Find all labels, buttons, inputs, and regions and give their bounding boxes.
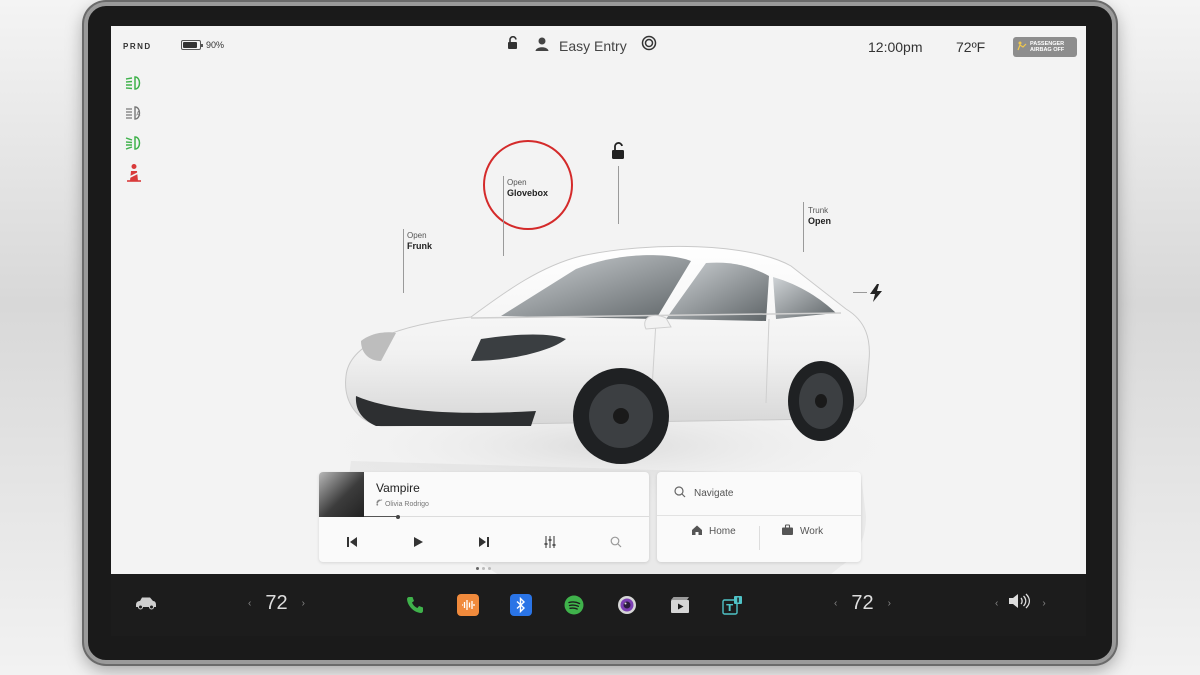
- equalizer-icon[interactable]: [540, 532, 560, 552]
- center-status: Easy Entry: [506, 35, 657, 56]
- passenger-temp-up-icon[interactable]: ›: [888, 598, 891, 609]
- media-player-card[interactable]: Vampire Olivia Rodrigo: [319, 472, 649, 562]
- home-destination-button[interactable]: Home: [691, 524, 736, 539]
- driver-temperature-control: ‹ 72 ›: [248, 592, 305, 615]
- camera-icon[interactable]: [616, 594, 638, 616]
- battery-indicator: 90%: [181, 40, 224, 50]
- navigate-placeholder: Navigate: [694, 488, 734, 499]
- media-search-icon[interactable]: [606, 532, 626, 552]
- glovebox-label: Glovebox: [507, 188, 549, 198]
- theater-icon[interactable]: [669, 594, 691, 616]
- driver-temp-up-icon[interactable]: ›: [302, 598, 305, 609]
- work-destination-button[interactable]: Work: [781, 524, 823, 539]
- main-screen: PRND 90% Easy Entry 12:00pm 72ºF PASSENG…: [111, 26, 1086, 574]
- volume-up-icon[interactable]: ›: [1042, 598, 1045, 609]
- playback-progress-bar[interactable]: [364, 514, 649, 519]
- artist-name-row: Olivia Rodrigo: [376, 499, 429, 508]
- passenger-temp-value: 72: [851, 592, 874, 614]
- status-bar: PRND 90% Easy Entry 12:00pm 72ºF PASSENG…: [111, 26, 1086, 66]
- parking-lights-icon: [123, 132, 145, 154]
- seatbelt-warning-icon: [123, 162, 145, 184]
- playback-progress-fill: [364, 516, 399, 517]
- clock: 12:00pm: [868, 39, 923, 55]
- headlights-icon: [123, 72, 145, 94]
- voice-memo-icon[interactable]: [457, 594, 479, 616]
- airbag-line2: AIRBAG OFF: [1030, 47, 1065, 53]
- media-controls: [319, 522, 649, 562]
- driver-temp-down-icon[interactable]: ‹: [248, 598, 251, 609]
- glovebox-callout[interactable]: Open Glovebox: [507, 177, 548, 199]
- previous-track-icon[interactable]: [342, 532, 362, 552]
- next-track-icon[interactable]: [474, 532, 494, 552]
- bottom-dock: ‹ 72 › T ‹ 72 › ‹ ›: [111, 574, 1086, 636]
- volume-control: ‹ ›: [995, 592, 1046, 615]
- artist-name: Olivia Rodrigo: [384, 501, 429, 508]
- door-lock-line: [618, 166, 619, 224]
- driver-temp-value: 72: [265, 592, 288, 614]
- svg-text:A: A: [136, 111, 141, 118]
- door-lock-icon[interactable]: [610, 142, 626, 165]
- outside-temperature: 72ºF: [956, 39, 986, 55]
- navigate-search-field[interactable]: Navigate: [657, 472, 861, 516]
- briefcase-icon: [781, 524, 794, 539]
- play-icon[interactable]: [408, 532, 428, 552]
- svg-text:T: T: [726, 603, 733, 614]
- trunk-label: Trunk: [808, 206, 829, 215]
- telltale-indicators: A: [123, 72, 145, 184]
- easy-entry-label: Easy Entry: [559, 37, 627, 54]
- song-title: Vampire: [376, 481, 420, 495]
- airbag-icon: [1017, 38, 1027, 56]
- passenger-airbag-status: PASSENGER AIRBAG OFF: [1013, 37, 1077, 57]
- profile-icon: [534, 36, 550, 55]
- search-icon: [674, 486, 686, 501]
- passenger-temperature-control: ‹ 72 ›: [834, 592, 891, 615]
- phone-icon[interactable]: [404, 594, 426, 616]
- passenger-temp-down-icon[interactable]: ‹: [834, 598, 837, 609]
- home-label: Home: [709, 526, 736, 537]
- easy-entry-profile[interactable]: Easy Entry: [534, 36, 627, 55]
- album-art[interactable]: [319, 472, 364, 517]
- toybox-icon[interactable]: T: [722, 594, 744, 616]
- navigation-card[interactable]: Navigate Home Work: [657, 472, 861, 562]
- stream-icon: [376, 499, 385, 508]
- playback-scrubber[interactable]: [396, 514, 401, 519]
- bluetooth-icon[interactable]: [510, 594, 532, 616]
- car-icon[interactable]: [134, 596, 158, 610]
- volume-icon[interactable]: [1008, 592, 1032, 615]
- spotify-icon[interactable]: [563, 594, 585, 616]
- auto-highbeam-icon: A: [123, 102, 145, 124]
- work-label: Work: [800, 526, 824, 537]
- glovebox-status: Open: [507, 178, 527, 187]
- battery-icon: [181, 40, 203, 50]
- gear-selector: PRND: [123, 42, 152, 51]
- battery-percent: 90%: [206, 40, 225, 50]
- volume-down-icon[interactable]: ‹: [995, 598, 998, 609]
- card-page-indicator: [476, 567, 491, 570]
- nav-divider: [759, 526, 760, 550]
- battery-fill: [183, 42, 198, 48]
- lock-icon[interactable]: [506, 35, 520, 55]
- home-icon: [691, 524, 703, 539]
- sentry-mode-icon[interactable]: [641, 35, 657, 56]
